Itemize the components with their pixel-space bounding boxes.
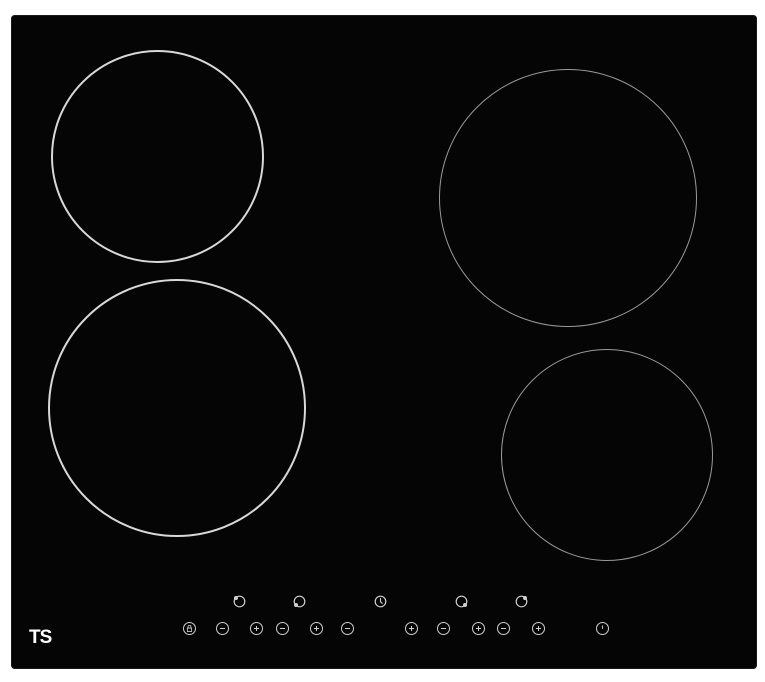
- timer-minus-button[interactable]: [340, 621, 354, 635]
- cooking-zone-front-left[interactable]: [48, 279, 306, 537]
- child-lock-button[interactable]: [182, 621, 196, 635]
- zone4-minus-button[interactable]: [496, 621, 510, 635]
- zone3-plus-button[interactable]: [471, 621, 485, 635]
- brand-logo: TS: [29, 627, 52, 648]
- clock-icon: [374, 595, 386, 607]
- power-icon: [601, 625, 603, 629]
- cooking-zone-front-right[interactable]: [501, 349, 713, 561]
- zone-position-icon: [293, 595, 305, 607]
- zone3-minus-button[interactable]: [436, 621, 450, 635]
- zone1-minus-button[interactable]: [215, 621, 229, 635]
- plus-icon: [313, 625, 319, 631]
- plus-icon: [408, 625, 414, 631]
- zone1-plus-button[interactable]: [249, 621, 263, 635]
- timer-plus-button[interactable]: [404, 621, 418, 635]
- cooking-zone-rear-left[interactable]: [51, 50, 264, 263]
- zone2-minus-button[interactable]: [275, 621, 289, 635]
- lock-icon: [186, 624, 192, 632]
- zone4-plus-button[interactable]: [531, 621, 545, 635]
- plus-icon: [535, 625, 541, 631]
- timer-indicator: [374, 595, 387, 608]
- zone-indicator-rear-right: [455, 595, 468, 608]
- power-button[interactable]: [595, 621, 609, 635]
- zone-indicator-front-left: [233, 595, 246, 608]
- minus-icon: [500, 627, 506, 629]
- minus-icon: [344, 627, 350, 629]
- zone2-plus-button[interactable]: [309, 621, 323, 635]
- zone-position-icon: [455, 595, 467, 607]
- zone-indicator-rear-left: [293, 595, 306, 608]
- zone-indicator-front-right: [515, 595, 528, 608]
- minus-icon: [440, 627, 446, 629]
- ceramic-cooktop: TS: [11, 15, 757, 669]
- plus-icon: [253, 625, 259, 631]
- minus-icon: [219, 627, 225, 629]
- cooking-zone-rear-right[interactable]: [439, 69, 697, 327]
- minus-icon: [279, 627, 285, 629]
- plus-icon: [475, 625, 481, 631]
- zone-position-icon: [233, 595, 245, 607]
- zone-position-icon: [515, 595, 527, 607]
